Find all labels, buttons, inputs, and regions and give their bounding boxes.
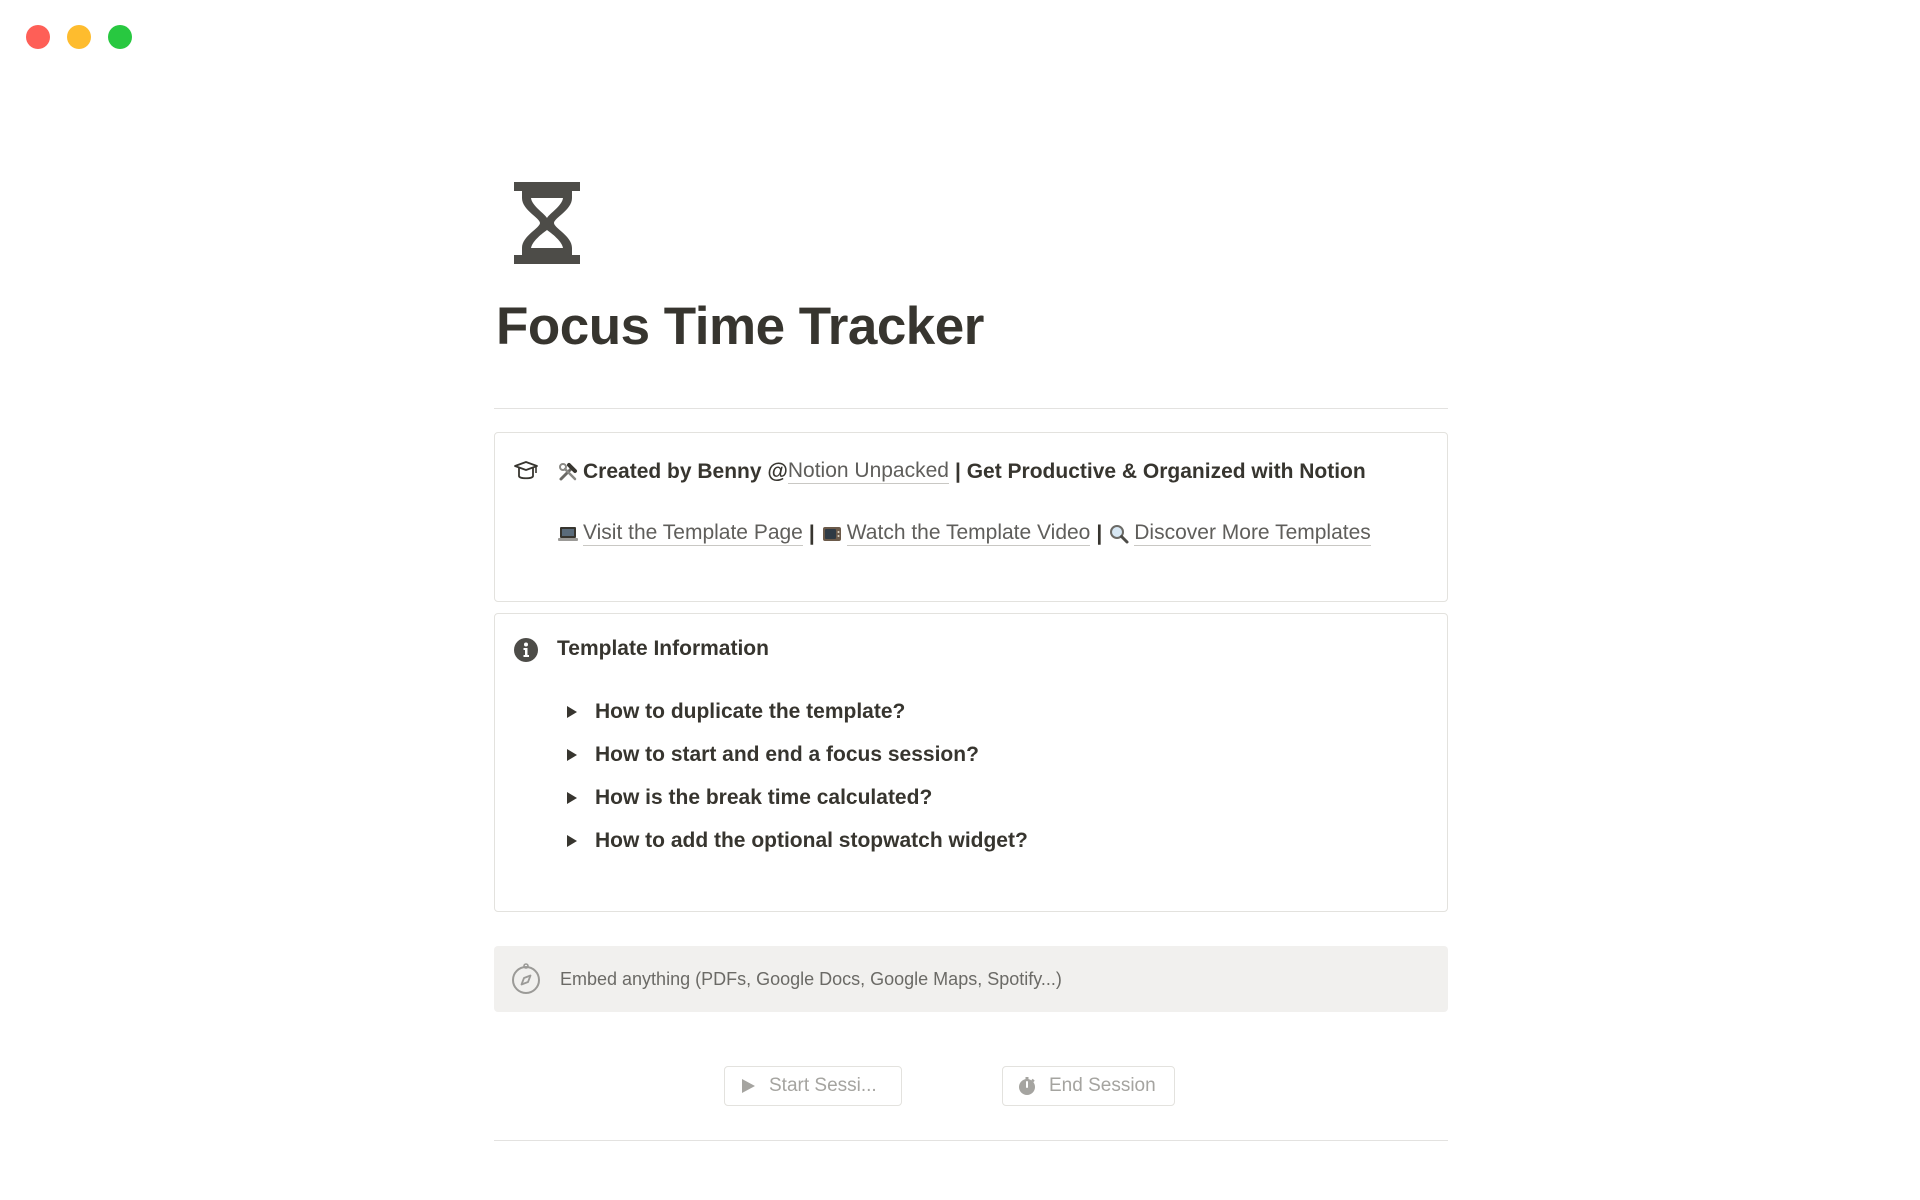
toggle-label: How to start and end a focus session?	[595, 743, 979, 766]
toggle-start-end-session[interactable]: How to start and end a focus session?	[563, 743, 979, 767]
page-title[interactable]: Focus Time Tracker	[496, 296, 984, 357]
maximize-window-button[interactable]	[108, 25, 132, 49]
end-session-button[interactable]: End Session	[1002, 1066, 1175, 1106]
divider	[494, 1140, 1448, 1141]
laptop-icon	[558, 526, 578, 541]
toggle-arrow-icon[interactable]	[567, 749, 577, 761]
end-session-label: End Session	[1049, 1075, 1156, 1096]
credit-callout: Created by Benny @ Notion Unpacked | Get…	[494, 432, 1448, 602]
credit-suffix: | Get Productive & Organized with Notion	[954, 459, 1366, 483]
hammer-and-wrench-icon	[559, 462, 577, 481]
info-icon	[513, 637, 539, 663]
magnifier-icon	[1110, 524, 1129, 544]
credit-line: Created by Benny @ Notion Unpacked | Get…	[557, 459, 1366, 485]
template-links-line: Visit the Template Page | Watch the Temp…	[557, 521, 1371, 547]
template-info-heading: Template Information	[557, 637, 769, 660]
separator: |	[1096, 521, 1103, 545]
toggle-label: How is the break time calculated?	[595, 786, 933, 809]
play-icon	[742, 1079, 755, 1093]
credit-prefix: Created by Benny @	[583, 459, 788, 483]
minimize-window-button[interactable]	[67, 25, 91, 49]
compass-icon	[512, 963, 540, 994]
embed-placeholder: Embed anything (PDFs, Google Docs, Googl…	[560, 968, 1062, 989]
separator: |	[808, 521, 815, 545]
toggle-stopwatch-widget[interactable]: How to add the optional stopwatch widget…	[563, 829, 1028, 853]
toggle-label: How to add the optional stopwatch widget…	[595, 829, 1028, 852]
television-icon	[822, 526, 841, 541]
close-window-button[interactable]	[26, 25, 50, 49]
toggle-arrow-icon[interactable]	[567, 792, 577, 804]
visit-template-page-link[interactable]: Visit the Template Page	[583, 521, 803, 547]
toggle-break-time[interactable]: How is the break time calculated?	[563, 786, 932, 810]
discover-more-templates-link[interactable]: Discover More Templates	[1134, 521, 1371, 547]
stopwatch-icon	[1019, 1077, 1035, 1095]
start-session-button[interactable]: Start Sessi...	[724, 1066, 902, 1106]
toggle-arrow-icon[interactable]	[567, 835, 577, 847]
mortarboard-icon	[513, 459, 539, 485]
toggle-arrow-icon[interactable]	[567, 706, 577, 718]
hourglass-icon[interactable]	[514, 182, 580, 264]
divider	[494, 408, 1448, 409]
window-controls	[26, 25, 132, 49]
toggle-label: How to duplicate the template?	[595, 700, 906, 723]
embed-block[interactable]: Embed anything (PDFs, Google Docs, Googl…	[494, 946, 1448, 1012]
watch-template-video-link[interactable]: Watch the Template Video	[846, 521, 1091, 547]
template-info-callout: Template Information How to duplicate th…	[494, 613, 1448, 912]
notion-unpacked-link[interactable]: Notion Unpacked	[787, 459, 949, 485]
start-session-label: Start Sessi...	[769, 1075, 877, 1096]
toggle-duplicate-template[interactable]: How to duplicate the template?	[563, 700, 905, 724]
